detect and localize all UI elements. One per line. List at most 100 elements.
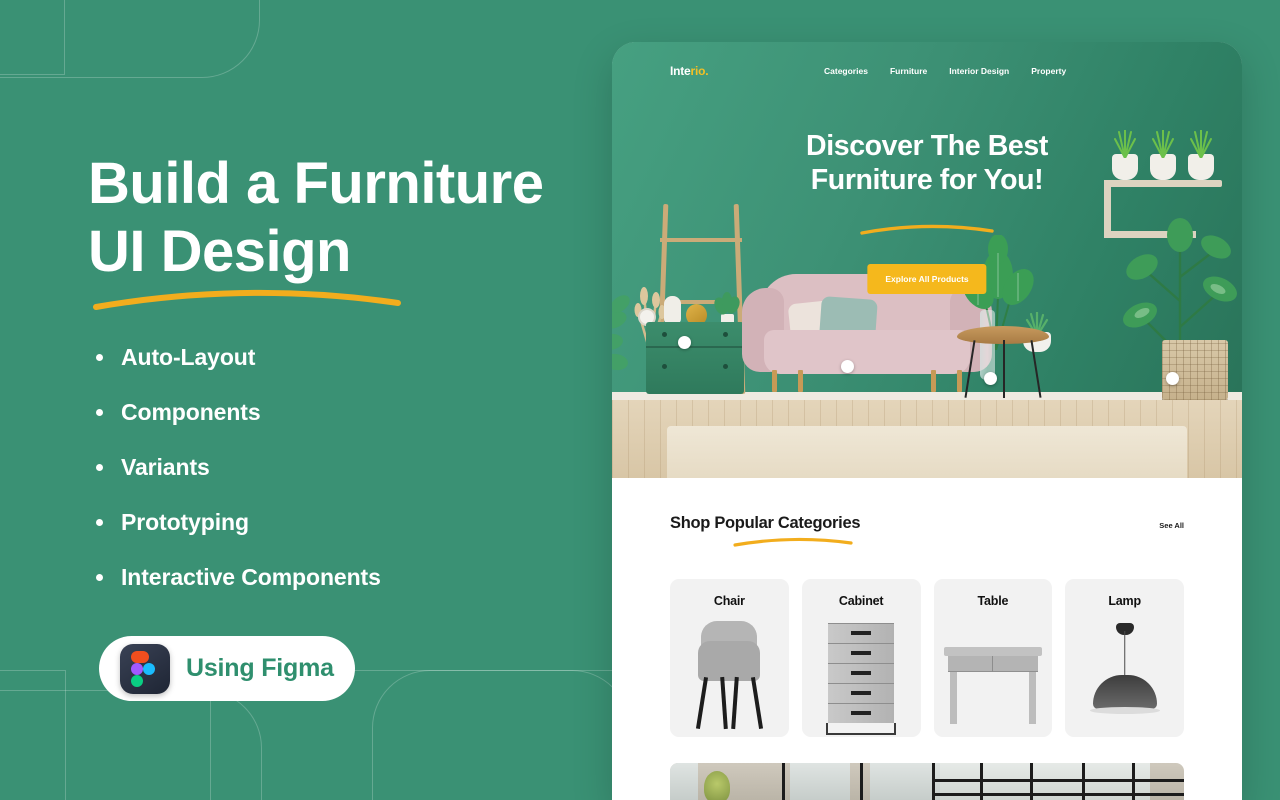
cabinet-knob [662, 364, 667, 369]
feature-label: Interactive Components [121, 564, 381, 590]
category-label: Table [977, 594, 1009, 608]
cabinet-handle [850, 691, 871, 695]
product-hotspot[interactable] [841, 360, 854, 373]
table-leg [1030, 340, 1042, 398]
green-cabinet [646, 322, 744, 394]
site-logo[interactable]: Interio. [670, 64, 709, 78]
logo-text-yellow: rio. [690, 64, 709, 78]
figma-logo-icon [120, 643, 170, 694]
logo-text-white: Inte [670, 64, 691, 78]
explore-all-products-button[interactable]: Explore All Products [867, 264, 987, 294]
table-top [943, 647, 1042, 656]
bullet-icon [96, 409, 103, 416]
chair-leg [695, 677, 709, 729]
cabinet-handle [850, 711, 871, 715]
category-card-chair[interactable]: Chair [670, 579, 789, 737]
feature-label: Variants [121, 454, 210, 480]
cabinet-drawer [827, 663, 894, 682]
table-leg [949, 672, 957, 724]
list-item: Prototyping [96, 509, 566, 536]
hero-underline-swoosh [860, 224, 994, 235]
category-card-cabinet[interactable]: Cabinet [801, 579, 921, 737]
image-pane [670, 763, 698, 800]
categories-title: Shop Popular Categories [670, 514, 861, 532]
using-figma-label: Using Figma [186, 654, 334, 682]
cabinet-handle [850, 671, 871, 675]
hero-title-line-2: Furniture for You! [810, 163, 1044, 196]
window-rail [932, 793, 1184, 796]
using-figma-button[interactable]: Using Figma [99, 636, 355, 701]
sofa-seat [764, 330, 970, 374]
nav-links: Categories Furniture Interior Design Pro… [824, 66, 1066, 76]
website-mockup: Interio. Categories Furniture Interior D… [612, 42, 1242, 800]
feature-label: Prototyping [121, 509, 249, 535]
see-all-link[interactable]: See All [1159, 521, 1184, 530]
sofa-leg [798, 370, 803, 392]
nav-link-interior-design[interactable]: Interior Design [949, 66, 1009, 76]
image-pane [790, 763, 850, 800]
headline-line-2: UI Design [88, 219, 352, 285]
window-mullion [782, 763, 785, 800]
cabinet-handle [850, 651, 871, 655]
category-label: Lamp [1108, 594, 1141, 608]
lamp-shade [1092, 675, 1157, 709]
table-illustration [934, 619, 1053, 737]
coffee-table [957, 326, 1049, 398]
category-card-table[interactable]: Table [933, 579, 1053, 737]
feature-list: Auto-Layout Components Variants Prototyp… [96, 344, 566, 619]
product-hotspot[interactable] [678, 336, 691, 349]
product-hotspot[interactable] [984, 372, 997, 385]
hero-title-line-1: Discover The Best [806, 130, 1048, 162]
bullet-icon [96, 464, 103, 471]
lamp-illustration [1065, 619, 1184, 737]
cabinet-drawer [827, 703, 894, 722]
nav-link-furniture[interactable]: Furniture [890, 66, 927, 76]
list-item: Variants [96, 454, 566, 481]
sofa-leg [772, 370, 777, 392]
category-label: Chair [713, 594, 745, 608]
lamp-cord [1123, 631, 1126, 677]
bullet-icon [96, 519, 103, 526]
feature-label: Components [121, 399, 261, 425]
chair-leg [720, 676, 728, 730]
left-promo-panel: Build a Furniture UI Design Auto-Layout … [0, 0, 612, 800]
table-leg [1029, 672, 1037, 724]
table-leg [964, 340, 976, 398]
hero-section: Interio. Categories Furniture Interior D… [612, 42, 1242, 478]
cabinet-divider [646, 346, 744, 348]
cabinet-drawer [827, 643, 894, 662]
hero-rug [667, 426, 1187, 478]
chair-leg [750, 677, 763, 729]
list-item: Auto-Layout [96, 344, 566, 371]
nav-link-categories[interactable]: Categories [824, 66, 868, 76]
product-hotspot[interactable] [1166, 372, 1179, 385]
nav-link-property[interactable]: Property [1031, 66, 1066, 76]
cabinet-knob [723, 332, 728, 337]
category-cards: Chair Cabinet Table Lamp [670, 579, 1184, 737]
cabinet-knob [662, 332, 667, 337]
hero-title: Discover The Best Furniture for You! [612, 130, 1242, 197]
cabinet-knob [723, 364, 728, 369]
headline-line-1: Build a Furniture [88, 151, 544, 216]
cabinet-body [827, 623, 894, 723]
chair-leg [730, 676, 739, 730]
cabinet-drawer [827, 623, 894, 642]
window-mullion [860, 763, 863, 800]
cabinet-drawer [827, 683, 894, 702]
table-leg [1003, 340, 1005, 398]
list-item: Components [96, 399, 566, 426]
cabinet-illustration [802, 619, 921, 737]
headline-underline-swoosh [93, 289, 401, 310]
image-pane [870, 763, 940, 800]
sofa-leg [931, 370, 936, 392]
chair-seat [698, 641, 760, 681]
table-drawer-divider [991, 656, 993, 672]
side-plant-icon [612, 295, 630, 371]
categories-header: Shop Popular Categories See All [670, 514, 1184, 553]
cabinet-base-frame [825, 723, 896, 735]
interior-showcase-image [670, 763, 1184, 800]
bullet-icon [96, 574, 103, 581]
category-label: Cabinet [838, 594, 884, 608]
category-card-lamp[interactable]: Lamp [1065, 579, 1184, 737]
list-item: Interactive Components [96, 564, 566, 591]
